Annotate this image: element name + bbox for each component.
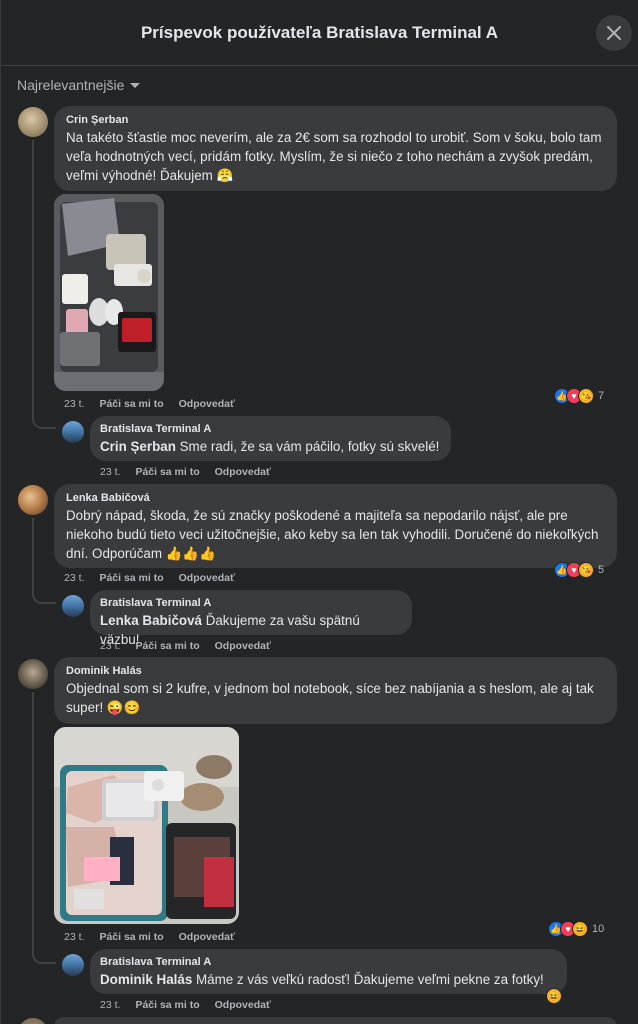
like-button[interactable]: Páči sa mi to (135, 999, 199, 1011)
comment-author[interactable]: Lenka Babičová (66, 492, 605, 504)
reply-mention[interactable]: Crin Șerban (100, 439, 176, 454)
comment-meta: 23 t. Páči sa mi to Odpovedať (64, 398, 235, 410)
comment-author[interactable]: Crin Șerban (66, 114, 605, 126)
reply-text: Sme radi, že sa vám páčilo, fotky sú skv… (175, 439, 440, 454)
reply-mention[interactable]: Dominik Halás (100, 972, 192, 987)
reaction-summary[interactable]: 👍 ♥ 😆 10 (548, 921, 604, 937)
reply-author[interactable]: Bratislava Terminal A (100, 423, 441, 435)
avatar[interactable] (18, 1018, 48, 1024)
reply-button[interactable]: Odpovedať (179, 931, 235, 943)
comment-bubble: Crin Șerban Na takéto šťastie moc neverí… (54, 106, 617, 191)
modal-title: Príspevok používateľa Bratislava Termina… (140, 22, 499, 42)
reply-button[interactable]: Odpovedať (215, 640, 271, 652)
like-button[interactable]: Páči sa mi to (135, 640, 199, 652)
comment-photo[interactable] (54, 727, 239, 924)
suitcase-photo-illustration (54, 194, 164, 391)
haha-reaction-icon: 😆 (572, 921, 588, 937)
avatar[interactable] (62, 954, 84, 976)
thread-line (32, 140, 56, 429)
reaction-count: 7 (598, 390, 605, 402)
reply-meta: 23 t. Páči sa mi to Odpovedať (100, 999, 271, 1011)
close-button[interactable] (596, 15, 632, 51)
care-reaction-icon: 😘 (578, 562, 594, 578)
reaction-summary[interactable]: 😆 (546, 988, 562, 1004)
avatar[interactable] (18, 107, 48, 137)
reply-author[interactable]: Bratislava Terminal A (100, 956, 557, 968)
comment-photo[interactable] (54, 194, 164, 391)
comment-text: Objednal som si 2 kufre, v jednom bol no… (66, 681, 594, 715)
reply-mention[interactable]: Lenka Babičová (100, 613, 202, 628)
reaction-summary[interactable]: 👍 ♥ 😘 7 (554, 388, 604, 404)
reply-button[interactable]: Odpovedať (179, 398, 235, 410)
comment-author[interactable]: Dominik Halás (66, 665, 605, 677)
sort-dropdown[interactable]: Najrelevantnejšie (17, 77, 141, 93)
like-button[interactable]: Páči sa mi to (135, 466, 199, 478)
avatar[interactable] (18, 659, 48, 689)
reply-time[interactable]: 23 t. (100, 999, 120, 1011)
comment-bubble (54, 1017, 617, 1024)
comment-bubble: Lenka Babičová Dobrý nápad, škoda, že sú… (54, 484, 617, 568)
comment-text: Dobrý nápad, škoda, že sú značky poškode… (66, 508, 599, 561)
thread-line (32, 692, 56, 964)
suitcase-photo-illustration (54, 727, 239, 924)
reply-time[interactable]: 23 t. (100, 466, 120, 478)
reply-bubble: Bratislava Terminal A Lenka Babičová Ďak… (90, 590, 412, 647)
like-button[interactable]: Páči sa mi to (99, 572, 163, 584)
like-button[interactable]: Páči sa mi to (99, 931, 163, 943)
haha-reaction-icon: 😆 (546, 988, 562, 1004)
post-modal: Príspevok používateľa Bratislava Termina… (0, 0, 638, 1024)
reply-meta: 23 t. Páči sa mi to Odpovedať (100, 466, 271, 478)
sort-label: Najrelevantnejšie (17, 77, 125, 93)
reply-button[interactable]: Odpovedať (179, 572, 235, 584)
reply-button[interactable]: Odpovedať (215, 466, 271, 478)
reply-bubble: Bratislava Terminal A Crin Șerban Sme ra… (90, 416, 451, 461)
comment-meta: 23 t. Páči sa mi to Odpovedať (64, 931, 235, 943)
reaction-count: 5 (598, 564, 605, 576)
avatar[interactable] (62, 595, 84, 617)
reply-text: Máme z vás veľkú radosť! Ďakujeme veľmi … (192, 972, 544, 987)
chevron-down-icon (130, 82, 141, 88)
modal-header: Príspevok používateľa Bratislava Termina… (1, 0, 638, 66)
thread-line (32, 518, 56, 604)
reply-button[interactable]: Odpovedať (215, 999, 271, 1011)
care-reaction-icon: 😘 (578, 388, 594, 404)
reaction-count: 10 (592, 923, 605, 935)
like-button[interactable]: Páči sa mi to (99, 398, 163, 410)
comment-time[interactable]: 23 t. (64, 398, 84, 410)
comment-bubble: Dominik Halás Objednal som si 2 kufre, v… (54, 657, 617, 724)
close-icon (607, 26, 621, 40)
comment-text: Na takéto šťastie moc neverím, ale za 2€… (66, 130, 602, 183)
comment-time[interactable]: 23 t. (64, 572, 84, 584)
reply-meta: 23 t. Páči sa mi to Odpovedať (100, 640, 271, 652)
comment-meta: 23 t. Páči sa mi to Odpovedať (64, 572, 235, 584)
reaction-summary[interactable]: 👍 ♥ 😘 5 (554, 562, 604, 578)
avatar[interactable] (62, 421, 84, 443)
avatar[interactable] (18, 485, 48, 515)
comment-time[interactable]: 23 t. (64, 931, 84, 943)
reply-bubble: Bratislava Terminal A Dominik Halás Máme… (90, 949, 567, 994)
reply-time[interactable]: 23 t. (100, 640, 120, 652)
reply-author[interactable]: Bratislava Terminal A (100, 597, 402, 609)
